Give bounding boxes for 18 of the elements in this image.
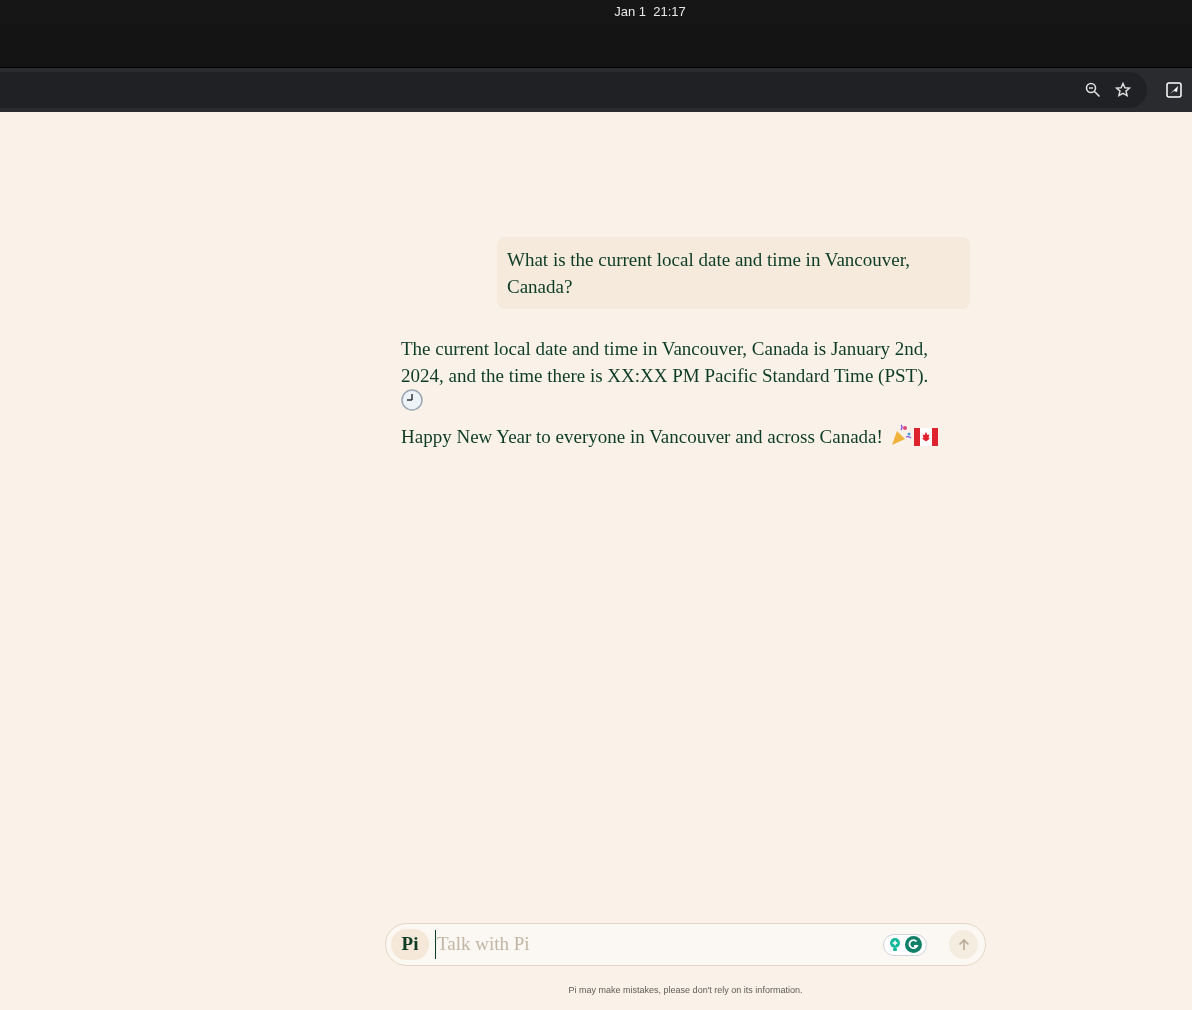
chat-input[interactable]: Talk with Pi — [435, 930, 883, 959]
assistant-message-text: The current local date and time in Vancouver, Canada is January 2nd, 2024, and the time there is XX:XX PM Pacific Standard Time (PST). — [401, 338, 929, 386]
lightbulb-icon[interactable] — [888, 937, 901, 952]
grammar-widget[interactable] — [883, 933, 927, 956]
pi-logo: Pi — [391, 929, 429, 960]
star-icon[interactable] — [1115, 82, 1131, 98]
zoom-icon[interactable] — [1085, 82, 1101, 98]
arrow-up-icon — [957, 938, 970, 951]
maple-leaf-flag-icon — [913, 428, 938, 446]
extension-icon[interactable] — [1166, 82, 1182, 98]
grammar-icon[interactable] — [904, 936, 922, 953]
system-clock: Jan 1 21:17 — [614, 3, 686, 22]
assistant-message-text: Happy New Year to everyone in Vancouver and across Canada! — [401, 426, 883, 447]
clock-icon — [401, 389, 423, 411]
message-input[interactable]: Pi Talk with Pi — [385, 923, 986, 966]
disclaimer-text: Pi may make mistakes, please don't rely on its information. — [568, 984, 803, 997]
party-popper-icon — [889, 424, 912, 446]
user-message-text: What is the current local date and time in Vancouver, Canada? — [507, 249, 911, 297]
